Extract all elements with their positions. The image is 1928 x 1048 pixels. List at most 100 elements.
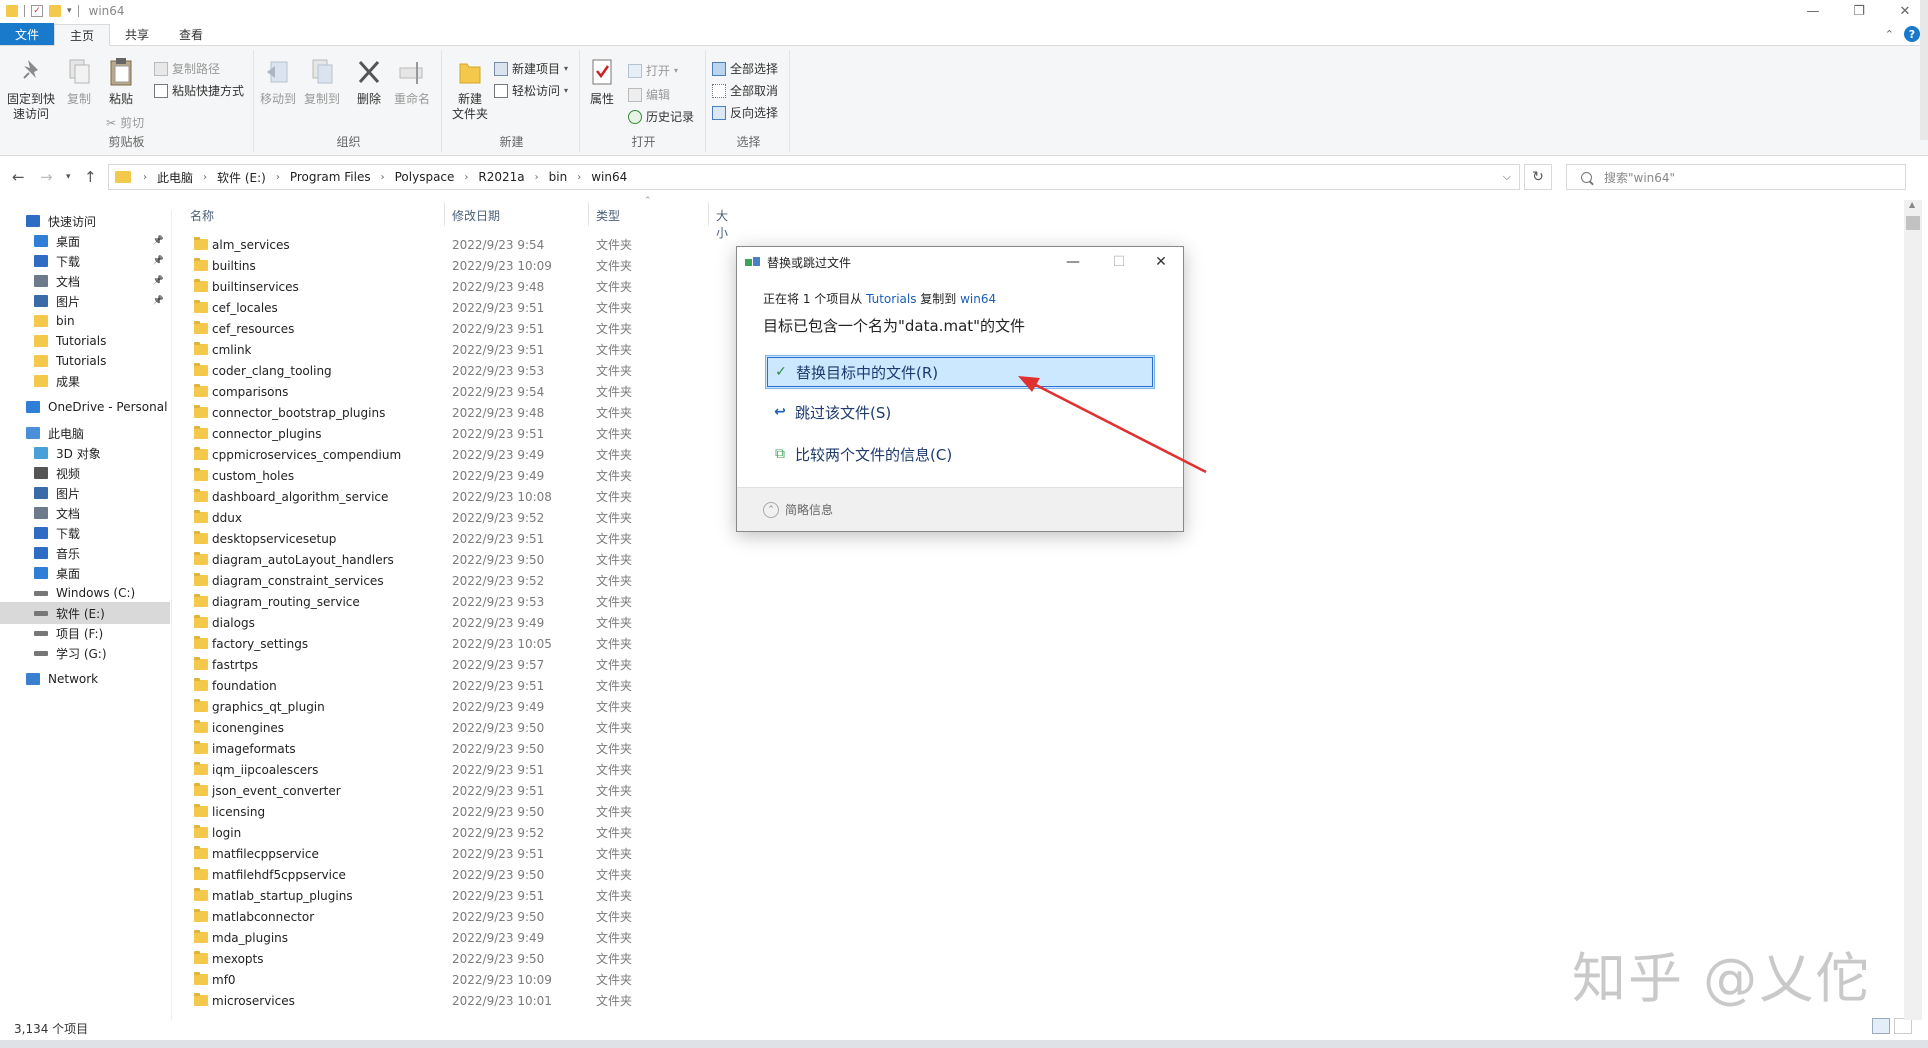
address-bar[interactable]: › 此电脑 › 软件 (E:) › Program Files › Polysp… [108,164,1520,190]
nav-item[interactable]: 桌面 📌 [0,230,170,252]
file-row[interactable]: cmlink 2022/9/23 9:51 文件夹 [186,339,726,360]
new-folder-quick-icon[interactable] [49,5,61,17]
chevron-right-icon[interactable]: › [203,172,207,183]
file-row[interactable]: factory_settings 2022/9/23 10:05 文件夹 [186,633,726,654]
file-row[interactable]: iconengines 2022/9/23 9:50 文件夹 [186,717,726,738]
nav-item[interactable]: 图片 [0,482,170,504]
file-row[interactable]: ddux 2022/9/23 9:52 文件夹 [186,507,726,528]
source-folder-link[interactable]: Tutorials [866,292,916,306]
tab-view[interactable]: 查看 [164,23,218,45]
chevron-right-icon[interactable]: › [464,172,468,183]
edit-button[interactable]: 编辑 [628,86,670,103]
quick-access-dropdown-icon[interactable]: ▾ [67,6,72,16]
file-row[interactable]: cef_resources 2022/9/23 9:51 文件夹 [186,318,726,339]
file-row[interactable]: diagram_constraint_services 2022/9/23 9:5… [186,570,726,591]
easy-access-button[interactable]: 轻松访问 ▾ [494,82,568,99]
dialog-maximize-button[interactable]: ☐ [1099,251,1139,273]
copy-button[interactable]: 复制 [62,56,96,107]
file-row[interactable]: custom_holes 2022/9/23 9:49 文件夹 [186,465,726,486]
destination-folder-link[interactable]: win64 [960,292,996,306]
nav-item[interactable]: 文档 [0,502,170,524]
file-row[interactable]: builtins 2022/9/23 10:09 文件夹 [186,255,726,276]
file-row[interactable]: alm_services 2022/9/23 9:54 文件夹 [186,234,726,255]
select-none-button[interactable]: 全部取消 [712,82,778,99]
nav-item[interactable]: 3D 对象 [0,442,170,464]
properties-quick-icon[interactable]: ✓ [31,5,43,17]
column-header-name[interactable]: 名称 [190,207,214,224]
file-row[interactable]: imageformats 2022/9/23 9:50 文件夹 [186,738,726,759]
nav-item[interactable]: 视频 [0,462,170,484]
chevron-right-icon[interactable]: › [577,172,581,183]
cut-button[interactable]: ✂ 剪切 [106,114,144,131]
file-row[interactable]: login 2022/9/23 9:52 文件夹 [186,822,726,843]
back-arrow-icon[interactable]: ← [12,168,25,186]
nav-item[interactable]: 软件 (E:) [0,602,170,624]
help-icon[interactable]: ? [1904,26,1920,42]
column-divider[interactable] [588,202,589,226]
new-item-button[interactable]: 新建项目 ▾ [494,60,568,77]
new-folder-button[interactable]: 新建 文件夹 [448,56,492,122]
invert-selection-button[interactable]: 反向选择 [712,104,778,121]
move-to-button[interactable]: 移动到 [258,56,298,107]
up-arrow-icon[interactable]: ↑ [84,168,97,186]
large-icons-view-icon[interactable] [1894,1018,1912,1034]
nav-item[interactable]: 音乐 [0,542,170,564]
scroll-up-icon[interactable]: ▲ [1909,200,1915,209]
tab-file[interactable]: 文件 [0,23,55,45]
breadcrumb-this-pc[interactable]: 此电脑 [157,169,193,186]
paste-button[interactable]: 粘贴 [104,56,138,107]
file-row[interactable]: dialogs 2022/9/23 9:49 文件夹 [186,612,726,633]
recent-locations-chevron-icon[interactable]: ▾ [66,172,71,182]
rename-button[interactable]: 重命名 [392,56,432,107]
tab-home[interactable]: 主页 [54,24,111,46]
delete-button[interactable]: 删除 [352,56,386,107]
breadcrumb-drive-e[interactable]: 软件 (E:) [217,169,266,186]
minimize-button[interactable]: — [1790,0,1836,22]
file-row[interactable]: connector_plugins 2022/9/23 9:51 文件夹 [186,423,726,444]
nav-item[interactable]: OneDrive - Personal [0,396,170,418]
nav-item[interactable]: 图片 📌 [0,290,170,312]
nav-item[interactable]: Tutorials [0,330,170,352]
file-row[interactable]: iqm_iipcoalescers 2022/9/23 9:51 文件夹 [186,759,726,780]
column-header-date[interactable]: 修改日期 [452,207,500,224]
nav-item[interactable]: 快速访问 [0,210,170,232]
pin-quick-access-button[interactable]: 固定到快 速访问 [6,56,56,122]
nav-item[interactable]: Tutorials [0,350,170,372]
nav-item[interactable]: bin [0,310,170,332]
fewer-details-link[interactable]: 简略信息 [785,501,833,518]
select-all-button[interactable]: 全部选择 [712,60,778,77]
dialog-close-button[interactable]: ✕ [1141,251,1181,273]
tab-share[interactable]: 共享 [110,23,164,45]
scrollbar-thumb[interactable] [1906,216,1920,230]
search-input[interactable]: 搜索"win64" [1566,164,1906,190]
file-row[interactable]: comparisons 2022/9/23 9:54 文件夹 [186,381,726,402]
file-row[interactable]: diagram_autoLayout_handlers 2022/9/23 9:5… [186,549,726,570]
file-row[interactable]: fastrtps 2022/9/23 9:57 文件夹 [186,654,726,675]
dialog-minimize-button[interactable]: — [1053,251,1093,273]
refresh-button[interactable]: ↻ [1524,164,1552,190]
copy-to-button[interactable]: 复制到 [302,56,342,107]
nav-item[interactable]: 下载 [0,522,170,544]
nav-item[interactable]: 桌面 [0,562,170,584]
file-row[interactable]: microservices 2022/9/23 10:01 文件夹 [186,990,726,1011]
breadcrumb-win64[interactable]: win64 [591,170,627,184]
copy-path-button[interactable]: 复制路径 [154,60,220,77]
file-row[interactable]: desktopservicesetup 2022/9/23 9:51 文件夹 [186,528,726,549]
breadcrumb-bin[interactable]: bin [549,170,568,184]
address-dropdown-icon[interactable]: ⌵ [1503,170,1511,184]
forward-arrow-icon[interactable]: → [40,168,53,186]
file-row[interactable]: matfilecppservice 2022/9/23 9:51 文件夹 [186,843,726,864]
open-button[interactable]: 打开 ▾ [628,62,678,79]
file-row[interactable]: cef_locales 2022/9/23 9:51 文件夹 [186,297,726,318]
nav-item[interactable]: Windows (C:) [0,582,170,604]
history-button[interactable]: 历史记录 [628,108,694,125]
file-row[interactable]: graphics_qt_plugin 2022/9/23 9:49 文件夹 [186,696,726,717]
file-row[interactable]: mda_plugins 2022/9/23 9:49 文件夹 [186,927,726,948]
nav-item[interactable]: 文档 📌 [0,270,170,292]
file-row[interactable]: builtinservices 2022/9/23 9:48 文件夹 [186,276,726,297]
file-row[interactable]: diagram_routing_service 2022/9/23 9:53 文件夹 [186,591,726,612]
chevron-right-icon[interactable]: › [535,172,539,183]
file-row[interactable]: mf0 2022/9/23 10:09 文件夹 [186,969,726,990]
column-divider[interactable] [708,202,709,226]
nav-item[interactable]: 学习 (G:) [0,642,170,664]
